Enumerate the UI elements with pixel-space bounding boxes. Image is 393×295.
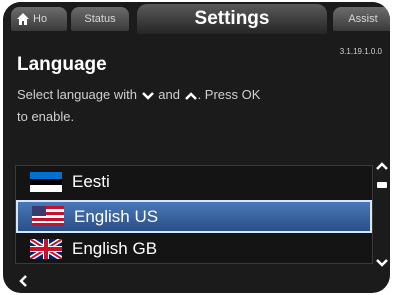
usa-flag-icon <box>32 206 64 226</box>
language-label: English US <box>74 207 159 226</box>
tab-assist[interactable]: Assist <box>333 7 390 31</box>
uk-flag-icon <box>30 239 62 259</box>
language-label: Eesti <box>72 172 110 191</box>
scroll-thumb <box>377 182 387 188</box>
chevron-down-icon <box>141 91 154 100</box>
back-arrow-icon[interactable] <box>17 274 29 288</box>
instruction-text: Select language with and . Press OK to e… <box>17 84 367 128</box>
instruction-line2: to enable. <box>17 109 75 124</box>
tab-home[interactable]: Ho <box>11 7 67 31</box>
tab-home-label: Ho <box>33 13 48 25</box>
device-screen: Ho Status Settings Assist 3.1.19.1.0.0 L… <box>3 2 390 293</box>
version-label: 3.1.19.1.0.0 <box>339 47 382 56</box>
language-item-english-gb[interactable]: English GB <box>16 233 372 265</box>
page-title: Language <box>17 54 107 75</box>
instruction-prefix: Select language with <box>17 87 137 102</box>
language-item-english-us[interactable]: English US <box>16 200 372 233</box>
language-label: English GB <box>72 239 158 258</box>
scroll-up-icon <box>376 162 388 170</box>
tab-status-label: Status <box>84 13 116 25</box>
tab-bar: Ho Status Settings Assist <box>3 2 390 36</box>
language-list[interactable]: Eesti English US English GB <box>15 165 373 264</box>
language-item-estonian[interactable]: Eesti <box>16 166 372 198</box>
scroll-down-icon <box>376 259 388 267</box>
tab-settings[interactable]: Settings <box>137 4 327 34</box>
home-icon <box>17 13 29 25</box>
tab-assist-label: Assist <box>348 13 378 25</box>
estonia-flag-icon <box>30 172 62 192</box>
tab-status[interactable]: Status <box>71 7 129 31</box>
chevron-up-icon <box>184 91 197 100</box>
instruction-and: and <box>158 87 180 102</box>
scrollbar[interactable] <box>375 160 389 270</box>
instruction-suffix: . Press OK <box>197 87 261 102</box>
tab-settings-label: Settings <box>194 8 270 29</box>
